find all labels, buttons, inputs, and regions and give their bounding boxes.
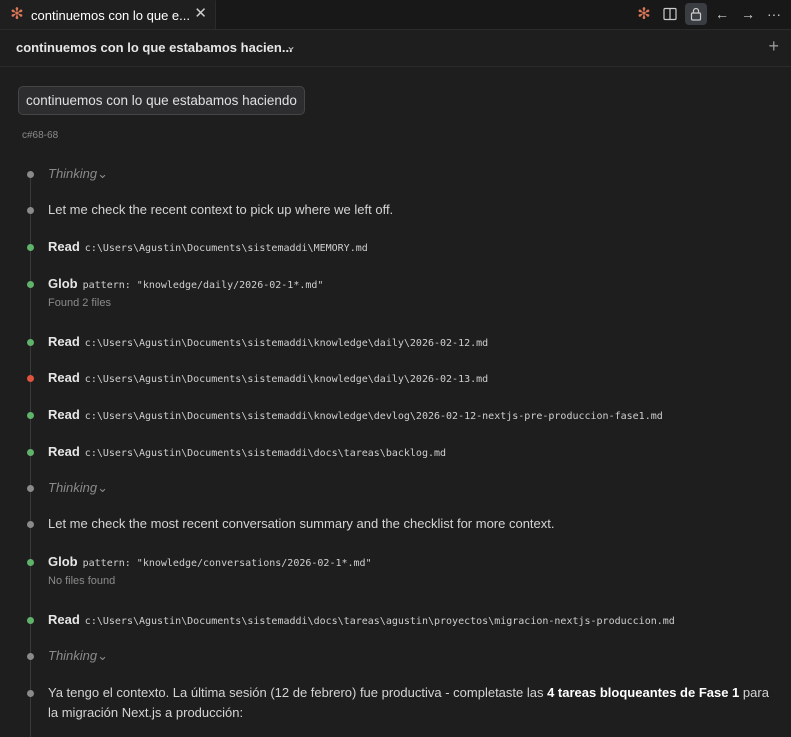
- new-conversation-icon[interactable]: +: [768, 36, 779, 57]
- chevron-down-icon[interactable]: ⌄: [97, 166, 108, 181]
- status-dot: [27, 339, 34, 346]
- status-dot: [27, 617, 34, 624]
- conversation-header: continuemos con lo que estabamos hacien.…: [0, 30, 791, 67]
- assistant-text: Let me check the recent context to pick …: [48, 202, 394, 217]
- tool-name: Read: [48, 239, 80, 254]
- entry-content: Thinking⌄: [48, 648, 108, 664]
- tab-title: continuemos con lo que e...: [31, 7, 190, 23]
- entry-content: Read c:\Users\Agustin\Documents\sistemadd…: [48, 612, 675, 627]
- final-text-bold: 4 tareas bloqueantes de Fase 1: [547, 685, 740, 700]
- entry-content: Read c:\Users\Agustin\Documents\sistemadd…: [48, 334, 488, 349]
- status-dot: [27, 244, 34, 251]
- tool-argument[interactable]: c:\Users\Agustin\Documents\sistemaddi\kn…: [85, 338, 488, 349]
- tool-result: Found 2 files: [48, 297, 111, 309]
- tool-name: Read: [48, 334, 80, 349]
- status-dot: [27, 653, 34, 660]
- chevron-down-icon[interactable]: ⌄: [97, 648, 108, 663]
- entry-content: Read c:\Users\Agustin\Documents\sistemadd…: [48, 239, 368, 254]
- status-dot: [27, 375, 34, 382]
- claude-spark-icon: ✻: [10, 6, 24, 23]
- status-dot: [27, 521, 34, 528]
- tool-argument[interactable]: c:\Users\Agustin\Documents\sistemaddi\do…: [85, 616, 675, 627]
- user-message[interactable]: continuemos con lo que estabamos haciend…: [18, 86, 305, 115]
- status-dot: [27, 690, 34, 697]
- tool-name: Glob: [48, 554, 78, 569]
- entry-content: Read c:\Users\Agustin\Documents\sistemadd…: [48, 407, 663, 422]
- thinking-label[interactable]: Thinking: [48, 648, 97, 663]
- claude-spark-icon[interactable]: ✻: [633, 3, 655, 25]
- tool-argument[interactable]: pattern: "knowledge/daily/2026-02-1*.md": [83, 280, 324, 291]
- entry-content: Read c:\Users\Agustin\Documents\sistemadd…: [48, 444, 446, 459]
- lock-icon[interactable]: [685, 3, 707, 25]
- tool-argument[interactable]: c:\Users\Agustin\Documents\sistemaddi\kn…: [85, 411, 663, 422]
- tool-name: Read: [48, 370, 80, 385]
- tab-conversation[interactable]: ✻ continuemos con lo que e... ✕: [0, 0, 216, 29]
- editor-actions: ✻ ← → ···: [629, 3, 785, 25]
- tool-name: Glob: [48, 276, 78, 291]
- assistant-text: Let me check the most recent conversatio…: [48, 516, 555, 531]
- arrow-left-icon[interactable]: ←: [711, 3, 733, 25]
- tool-argument[interactable]: c:\Users\Agustin\Documents\sistemaddi\do…: [85, 448, 446, 459]
- status-dot: [27, 207, 34, 214]
- close-icon[interactable]: ✕: [194, 6, 207, 22]
- arrow-right-icon[interactable]: →: [737, 3, 759, 25]
- entry-content: Read c:\Users\Agustin\Documents\sistemadd…: [48, 370, 488, 385]
- entry-content: Thinking⌄: [48, 480, 108, 496]
- status-dot: [27, 171, 34, 178]
- tool-argument[interactable]: c:\Users\Agustin\Documents\sistemaddi\kn…: [85, 374, 488, 385]
- thinking-label[interactable]: Thinking: [48, 480, 97, 495]
- conversation-title[interactable]: continuemos con lo que estabamos hacien.…: [16, 40, 293, 55]
- status-dot: [27, 449, 34, 456]
- tool-argument[interactable]: c:\Users\Agustin\Documents\sistemaddi\ME…: [85, 243, 368, 254]
- entry-content: Let me check the recent context to pick …: [48, 202, 393, 217]
- entry-content: Thinking⌄: [48, 166, 108, 182]
- tool-result: No files found: [48, 575, 116, 587]
- thinking-label[interactable]: Thinking: [48, 166, 97, 181]
- status-dot: [27, 281, 34, 288]
- entry-content: Let me check the most recent conversatio…: [48, 516, 555, 531]
- split-editor-icon[interactable]: [659, 3, 681, 25]
- tool-name: Read: [48, 444, 80, 459]
- more-icon[interactable]: ···: [763, 3, 785, 25]
- status-dot: [27, 559, 34, 566]
- chevron-down-icon[interactable]: ⌄: [97, 480, 108, 495]
- status-dot: [27, 485, 34, 492]
- final-text-part1: Ya tengo el contexto. La última sesión (…: [48, 685, 548, 700]
- tool-argument[interactable]: pattern: "knowledge/conversations/2026-0…: [83, 558, 372, 569]
- tool-name: Read: [48, 407, 80, 422]
- entry-content: Glob pattern: "knowledge/conversations/20…: [48, 554, 372, 587]
- message-reference: c#68-68: [22, 130, 59, 141]
- entry-content: Glob pattern: "knowledge/daily/2026-02-1*…: [48, 276, 323, 309]
- tool-name: Read: [48, 612, 80, 627]
- chevron-down-icon[interactable]: ⌄: [286, 39, 296, 53]
- status-dot: [27, 412, 34, 419]
- tab-bar: ✻ continuemos con lo que e... ✕ ✻ ← → ··…: [0, 0, 791, 30]
- final-paragraph: Ya tengo el contexto. La última sesión (…: [48, 683, 778, 723]
